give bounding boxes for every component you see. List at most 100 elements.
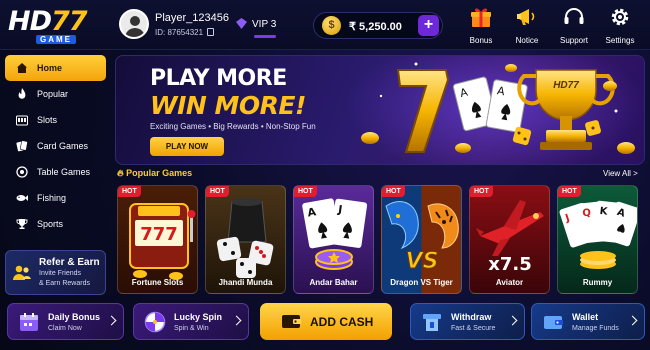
withdraw-title: Withdraw — [451, 312, 492, 322]
game-name: Fortune Slots — [131, 278, 184, 287]
slot-reels-text: 777 — [140, 224, 178, 245]
sidebar-item-label: Sports — [37, 219, 64, 229]
wallet-balance[interactable]: $ ₹ 5,250.00 + — [313, 12, 443, 39]
chevron-right-icon — [106, 315, 117, 326]
game-card-aviator[interactable]: HOT x7.5 Aviator — [469, 185, 550, 294]
sidebar-item-sports[interactable]: Sports — [5, 211, 106, 237]
chevron-right-icon — [231, 315, 242, 326]
play-now-button[interactable]: PLAY NOW — [150, 137, 224, 156]
trophy-icon — [16, 219, 28, 229]
cards-icon — [16, 140, 28, 152]
refer-earn-card[interactable]: Refer & Earn Invite Friends & Earn Rewar… — [5, 250, 106, 295]
multiplier-text: x7.5 — [488, 254, 532, 275]
game-name: Aviator — [495, 278, 524, 287]
home-icon — [17, 63, 27, 73]
refer-subtitle-2: & Earn Rewards — [39, 280, 90, 287]
headset-icon — [564, 8, 584, 24]
gear-icon — [611, 8, 629, 26]
player-id-text: ID: 87654321 — [155, 28, 204, 37]
sidebar-item-label: Slots — [37, 115, 58, 125]
vip-gem-icon — [236, 18, 247, 29]
support-button[interactable]: Support — [554, 6, 594, 48]
spin-wheel-icon — [144, 311, 166, 333]
fish-icon — [16, 195, 28, 201]
vip-label: VIP 3 — [252, 19, 277, 30]
game-card-rummy[interactable]: HOT J Q K A Rummy — [557, 185, 638, 294]
top-header: HD77 GAME Player_123456 ID: 87654321 VIP… — [0, 0, 650, 50]
add-balance-button[interactable]: + — [418, 15, 439, 36]
gift-icon — [471, 8, 491, 27]
chevron-right-icon: > — [633, 169, 638, 178]
banner-headline-2: WIN MORE! — [150, 91, 306, 120]
sidebar-item-table-games[interactable]: Table Games — [5, 159, 106, 185]
notice-label: Notice — [515, 36, 539, 45]
popular-games-title: 🔥︎ Popular Games — [117, 168, 192, 179]
megaphone-icon — [517, 9, 535, 25]
sidebar-item-label: Card Games — [37, 141, 89, 151]
svg-text:Q: Q — [582, 207, 592, 219]
notice-button[interactable]: Notice — [507, 6, 547, 48]
add-cash-button[interactable]: ADD CASH — [260, 303, 392, 340]
sidebar-item-label: Table Games — [37, 167, 91, 177]
hot-badge: HOT — [470, 186, 493, 197]
banner-tagline: Exciting Games • Big Rewards • Non-Stop … — [150, 122, 316, 131]
lucky-spin-title: Lucky Spin — [174, 312, 223, 322]
avatar[interactable] — [119, 9, 149, 39]
player-name: Player_123456 — [155, 12, 230, 24]
vip-progress-bar — [254, 35, 276, 38]
lucky-spin-button[interactable]: Lucky Spin Spin & Win — [133, 303, 249, 340]
daily-bonus-button[interactable]: Daily Bonus Claim Now — [7, 303, 124, 340]
logo-text: HD — [8, 6, 52, 37]
app-root: HD77 GAME Player_123456 ID: 87654321 VIP… — [0, 0, 650, 350]
sidebar-item-popular[interactable]: Popular — [5, 81, 106, 107]
hot-badge: HOT — [294, 186, 317, 197]
banner-headline-1: PLAY MORE — [150, 66, 287, 91]
bonus-label: Bonus — [469, 36, 493, 45]
withdraw-subtitle: Fast & Secure — [451, 325, 496, 332]
game-card-fortune-slots[interactable]: HOT 777 Fortune Slots — [117, 185, 198, 294]
add-cash-label: ADD CASH — [310, 315, 374, 329]
wallet-title: Wallet — [572, 312, 599, 322]
balance-amount: ₹ 5,250.00 — [349, 21, 402, 33]
withdraw-button[interactable]: Withdraw Fast & Secure — [410, 303, 525, 340]
support-label: Support — [559, 36, 589, 45]
game-name: Rummy — [582, 278, 613, 287]
vip-badge[interactable]: VIP 3 — [236, 18, 276, 30]
sidebar-item-home[interactable]: Home — [5, 55, 106, 81]
bonus-button[interactable]: Bonus — [461, 6, 501, 48]
sidebar-item-fishing[interactable]: Fishing — [5, 185, 106, 211]
lucky-spin-subtitle: Spin & Win — [174, 325, 209, 332]
hot-badge: HOT — [382, 186, 405, 197]
atm-withdraw-icon — [423, 314, 441, 331]
hd77-logo[interactable]: HD77 GAME — [8, 8, 112, 46]
coin-icon: $ — [322, 16, 341, 35]
slots-icon — [16, 115, 28, 126]
logo-number: 77 — [51, 6, 88, 37]
vs-text: VS — [406, 249, 439, 274]
wallet-button[interactable]: Wallet Manage Funds — [531, 303, 645, 340]
hot-badge: HOT — [206, 186, 229, 197]
player-id: ID: 87654321 — [155, 28, 215, 37]
settings-label: Settings — [605, 36, 635, 45]
refer-users-icon — [13, 265, 31, 280]
trophy-label: HD77 — [553, 80, 579, 91]
sidebar-item-label: Popular — [37, 89, 69, 99]
chevron-right-icon — [507, 315, 518, 326]
sidebar-item-card-games[interactable]: Card Games — [5, 133, 106, 159]
chevron-right-icon — [627, 315, 638, 326]
hot-badge: HOT — [118, 186, 141, 197]
game-card-dragon-vs-tiger[interactable]: HOT VS Dragon VS Tiger — [381, 185, 462, 294]
game-name: Dragon VS Tiger — [390, 278, 453, 287]
flame-icon: 🔥︎ — [117, 168, 124, 178]
game-card-andar-bahar[interactable]: HOT A J Andar Bahar — [293, 185, 374, 294]
game-card-jhandi-munda[interactable]: HOT Jhandi Munda — [205, 185, 286, 294]
copy-icon[interactable] — [207, 28, 215, 36]
settings-button[interactable]: Settings — [600, 6, 640, 48]
calendar-gift-icon — [20, 313, 38, 331]
view-all-link[interactable]: View All > — [603, 169, 638, 178]
game-name: Jhandi Munda — [218, 278, 273, 287]
sidebar-item-slots[interactable]: Slots — [5, 107, 106, 133]
sidebar-item-label: Fishing — [37, 193, 67, 203]
promo-banner[interactable]: A A PLAY MORE WIN MORE! Exciting Games •… — [115, 55, 645, 165]
daily-bonus-subtitle: Claim Now — [48, 325, 82, 332]
